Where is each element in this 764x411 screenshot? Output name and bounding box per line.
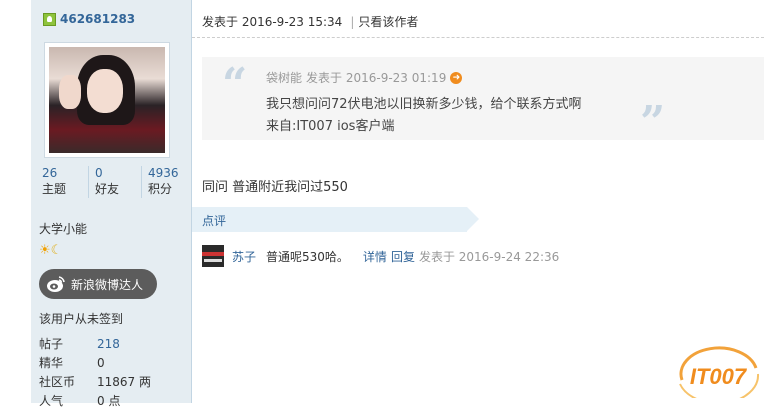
comment-time: 发表于 2016-9-24 22:36 — [418, 249, 560, 264]
meta-divider — [192, 37, 764, 38]
author-only-link[interactable]: 只看该作者 — [358, 15, 418, 29]
author-info-table: 帖子 218 精华 0 社区币 11867 两 人气 0 点 — [39, 335, 151, 411]
sign-status: 该用户从未签到 — [39, 312, 124, 326]
it007-watermark: IT007 — [679, 346, 760, 398]
author-username-link[interactable]: 462681283 — [60, 12, 135, 26]
stat-threads-value[interactable]: 26 — [42, 166, 88, 181]
author-stats: 26 主题 0 好友 4936 积分 — [39, 166, 197, 198]
quote-open-icon: “ — [222, 59, 248, 110]
user-rank-title: 大学小能 — [39, 222, 88, 236]
info-key: 精华 — [39, 356, 64, 370]
online-status-icon — [43, 12, 56, 26]
weibo-badge[interactable]: 新浪微博达人 — [39, 269, 157, 299]
avatar[interactable] — [49, 47, 165, 153]
left-margin — [0, 0, 31, 403]
info-value: 0 — [97, 356, 105, 370]
quote-line-1: 我只想问问72伏电池以旧换新多少钱，给个联系方式啊 — [266, 97, 582, 112]
stat-friends[interactable]: 0 好友 — [92, 166, 142, 198]
info-row-coins: 社区币 11867 两 — [39, 373, 151, 392]
comment-section-label: 点评 — [202, 214, 227, 228]
comment-reply-link[interactable]: 回复 — [391, 248, 415, 265]
stat-points-label: 积分 — [148, 182, 173, 196]
info-row-popularity: 人气 0 点 — [39, 392, 151, 411]
quote-close-icon: ” — [640, 97, 666, 148]
avatar-hand — [59, 75, 81, 109]
reply-body: 同问 普通附近我问过550 — [202, 180, 348, 195]
comment-section-header: 点评 — [192, 207, 479, 232]
weibo-badge-label: 新浪微博达人 — [71, 277, 144, 292]
info-value: 11867 两 — [97, 375, 151, 389]
commenter-avatar[interactable] — [202, 245, 224, 267]
author-sidebar: 462681283 26 主题 0 好友 4936 积分 大学小能 ☀☾ 新浪微… — [31, 0, 192, 408]
info-key: 社区币 — [39, 375, 76, 389]
quote-author-name[interactable]: 袋树能 — [266, 69, 302, 86]
stat-friends-value[interactable]: 0 — [95, 166, 141, 181]
info-row-posts: 帖子 218 — [39, 335, 151, 354]
quote-line-2: 来自:IT007 ios客户端 — [266, 119, 395, 134]
info-row-digest: 精华 0 — [39, 354, 151, 373]
stat-points[interactable]: 4936 积分 — [145, 166, 194, 198]
comment-detail-link[interactable]: 详情 — [363, 248, 387, 265]
commenter-name-link[interactable]: 苏子 — [232, 248, 256, 265]
posts-count-link[interactable]: 218 — [97, 337, 120, 351]
stat-points-value[interactable]: 4936 — [148, 166, 194, 181]
stat-threads-label: 主题 — [42, 182, 67, 196]
comment-text: 普通呢530哈。 — [266, 249, 349, 264]
post-meta: 发表于 2016-9-23 15:34 | 只看该作者 — [202, 13, 418, 30]
stat-threads[interactable]: 26 主题 — [39, 166, 89, 198]
info-key: 人气 — [39, 394, 64, 408]
weibo-icon — [47, 276, 65, 292]
info-value: 0 点 — [97, 394, 121, 408]
info-value: 218 — [97, 335, 120, 354]
sun-icon: ☀ — [39, 243, 51, 258]
quote-block: “ 袋树能 发表于 2016-9-23 01:19 ➜ 我只想问问72伏电池以旧… — [202, 57, 764, 148]
jump-to-post-icon[interactable]: ➜ — [450, 71, 463, 84]
watermark-text: IT007 — [690, 364, 748, 389]
post-content-area: 发表于 2016-9-23 15:34 | 只看该作者 “ 袋树能 发表于 2016… — [192, 0, 764, 403]
moon-icon: ☾ — [50, 243, 63, 258]
post-timestamp: 发表于 2016-9-23 15:34 — [202, 15, 343, 29]
meta-separator: | — [350, 15, 355, 29]
quote-time: 发表于 2016-9-23 01:19 — [306, 71, 447, 85]
comment-item: 苏子 普通呢530哈。 详情 回复 发表于 2016-9-24 22:36 — [202, 245, 559, 267]
avatar-face — [87, 69, 123, 113]
quote-author: 袋树能 发表于 2016-9-23 01:19 ➜ — [266, 69, 463, 86]
author-name-row: 462681283 — [43, 12, 135, 26]
medal-icons: ☀☾ — [39, 243, 62, 258]
stat-friends-label: 好友 — [95, 182, 120, 196]
info-key: 帖子 — [39, 337, 64, 351]
avatar-frame[interactable] — [44, 42, 170, 158]
